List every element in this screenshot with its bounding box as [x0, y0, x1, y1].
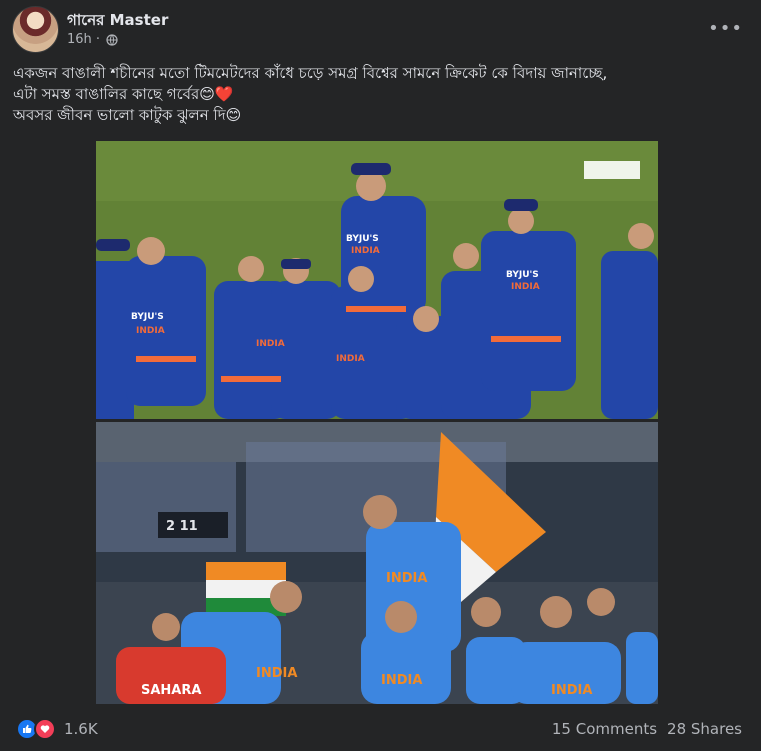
jersey-text: INDIA: [351, 246, 380, 256]
jersey-text: INDIA: [256, 339, 285, 349]
jersey-text: INDIA: [136, 326, 165, 336]
womens-team-illustration: BYJU'S INDIA BYJU'S INDIA BYJU'S INDIA I…: [96, 141, 658, 419]
jersey-text: INDIA: [551, 683, 592, 698]
jersey-text: INDIA: [386, 571, 427, 586]
caption-line: অবসর জীবন ভালো কাটুক ঝুলন দি😊: [13, 106, 242, 124]
jersey-text: INDIA: [381, 673, 422, 688]
page-avatar[interactable]: [12, 6, 59, 53]
jersey-text: BYJU'S: [131, 312, 164, 322]
shares-count[interactable]: 28 Shares: [667, 720, 742, 738]
post-time[interactable]: 16h ·: [67, 32, 100, 47]
globe-icon: [106, 33, 118, 46]
reaction-summary[interactable]: 1.6K: [16, 718, 98, 740]
post-media[interactable]: BYJU'S INDIA BYJU'S INDIA BYJU'S INDIA I…: [0, 141, 761, 704]
engagement-stats: 15 Comments 28 Shares: [552, 720, 742, 738]
scoreboard-text: 2 11: [166, 519, 198, 534]
jersey-text: INDIA: [511, 282, 540, 292]
womens-team-photo[interactable]: BYJU'S INDIA BYJU'S INDIA BYJU'S INDIA I…: [96, 141, 658, 419]
post-meta: 16h ·: [67, 32, 118, 47]
jersey-text: BYJU'S: [506, 270, 539, 280]
mens-team-illustration: 2 11 INDIA INDIA INDIA SAHARA INDIA: [96, 422, 658, 704]
comments-count[interactable]: 15 Comments: [552, 720, 657, 738]
jersey-text: BYJU'S: [346, 234, 379, 244]
post-caption: একজন বাঙালী শচীনের মতো টিমমেটদের কাঁধে চ…: [13, 63, 748, 126]
mens-team-photo[interactable]: 2 11 INDIA INDIA INDIA SAHARA INDIA: [96, 422, 658, 704]
jersey-text: SAHARA: [141, 683, 201, 698]
caption-line: এটা সমস্ত বাঙালির কাছে গর্বের😊❤️: [13, 85, 234, 103]
love-reaction-icon: [34, 718, 56, 740]
post-header: গানের Master 16h · •••: [12, 6, 749, 53]
more-options-icon[interactable]: •••: [708, 18, 743, 39]
jersey-text: INDIA: [336, 354, 365, 364]
page-name[interactable]: গানের Master: [67, 9, 168, 34]
reaction-count[interactable]: 1.6K: [64, 720, 98, 738]
caption-line: একজন বাঙালী শচীনের মতো টিমমেটদের কাঁধে চ…: [13, 64, 608, 82]
jersey-text: INDIA: [256, 666, 297, 681]
post-footer: 1.6K 15 Comments 28 Shares: [0, 705, 761, 751]
